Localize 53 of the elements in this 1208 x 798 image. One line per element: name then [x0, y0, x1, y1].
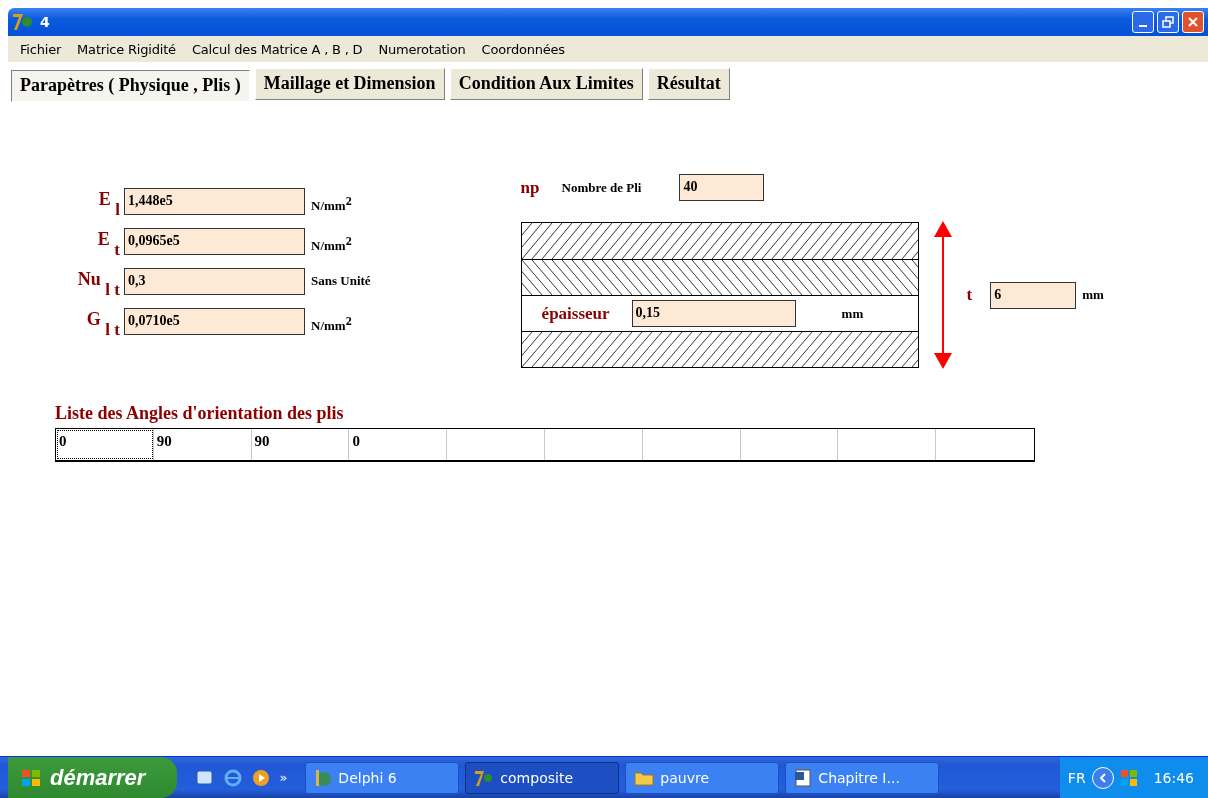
minimize-icon: [1139, 25, 1147, 27]
desktop-icon[interactable]: [195, 767, 216, 788]
clock: 16:46: [1153, 769, 1194, 786]
taskbar-button[interactable]: composite: [465, 761, 620, 794]
window-title: 4: [40, 14, 50, 30]
angles-title: Liste des Angles d'orientation des plis: [55, 403, 344, 424]
unit-label: mm: [841, 304, 864, 323]
ply-count-symbol: np: [520, 177, 540, 198]
thickness-field[interactable]: 6: [990, 281, 1077, 309]
ply-count-field[interactable]: 40: [679, 174, 765, 201]
taskbar-button[interactable]: pauvre: [625, 761, 780, 794]
taskbar-button[interactable]: Chapitre I...: [785, 761, 940, 794]
ply-thickness-field[interactable]: 0,15: [631, 300, 796, 327]
tab[interactable]: Maillage et Dimension: [254, 68, 445, 100]
tab[interactable]: Parapètres ( Physique , Plis ): [11, 70, 250, 102]
app-logo-icon: [12, 12, 34, 32]
property-field[interactable]: 0,0710e5: [124, 308, 305, 335]
menu-item[interactable]: Calcul des Matrice A , B , D: [183, 41, 371, 57]
tab[interactable]: Condition Aux Limites: [449, 68, 643, 100]
start-button[interactable]: démarrer: [8, 757, 178, 798]
menu-item[interactable]: Matrice Rigidité: [69, 41, 184, 57]
more-button[interactable]: »: [279, 770, 288, 785]
ply-thickness-label: épaisseur: [541, 303, 610, 324]
restore-button[interactable]: [1157, 11, 1179, 33]
menu-item[interactable]: Fichier: [12, 41, 70, 57]
angle-cell[interactable]: 0: [349, 429, 448, 460]
angle-cell[interactable]: 90: [251, 429, 350, 460]
unit-label: Sans Unité: [311, 272, 371, 290]
play-icon[interactable]: [251, 767, 272, 788]
document-icon: [794, 768, 813, 787]
angle-cell[interactable]: 0: [56, 429, 154, 460]
property-field[interactable]: 1,448e5: [124, 188, 305, 215]
minimize-button[interactable]: [1132, 11, 1154, 33]
browser-icon[interactable]: [223, 767, 244, 788]
unit-label: mm: [1082, 286, 1104, 304]
app-logo-icon: [474, 768, 495, 787]
property-field[interactable]: 0,3: [124, 268, 305, 295]
angle-cell[interactable]: 90: [153, 429, 252, 460]
ply-count-label: Nombre de Pli: [561, 179, 642, 196]
menu-item[interactable]: Numerotation: [370, 41, 474, 57]
globe-icon: [314, 768, 333, 787]
restore-icon: [1162, 16, 1174, 28]
menu-item[interactable]: Coordonnées: [473, 41, 573, 57]
close-button[interactable]: [1182, 11, 1204, 33]
thickness-symbol: t: [966, 285, 973, 305]
expand-tray-button[interactable]: [1091, 766, 1114, 789]
windows-logo-icon: [20, 767, 42, 788]
taskbar-button[interactable]: Delphi 6: [305, 761, 460, 794]
chevron-left-icon: [1097, 772, 1108, 783]
tab[interactable]: Résultat: [647, 68, 730, 100]
property-field[interactable]: 0,0965e5: [124, 228, 305, 255]
folder-icon: [634, 769, 655, 786]
close-icon: [1187, 16, 1199, 28]
